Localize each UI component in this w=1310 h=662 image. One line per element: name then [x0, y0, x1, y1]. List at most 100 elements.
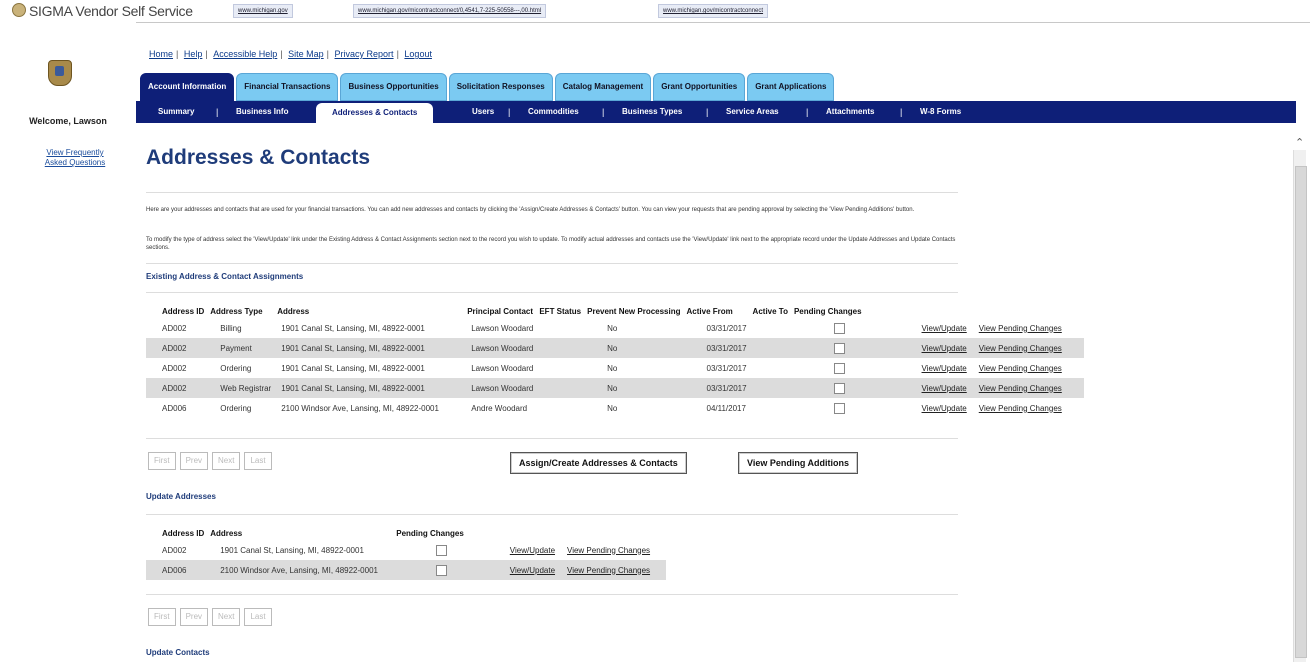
cell-address-type: Billing: [220, 323, 242, 333]
logout-link[interactable]: Logout: [404, 49, 432, 59]
tab-account-information[interactable]: Account Information: [140, 73, 235, 101]
view-pending-changes-link[interactable]: View Pending Changes: [979, 404, 1062, 413]
assignments-pager: First Prev Next Last: [148, 452, 272, 470]
accessible-help-link[interactable]: Accessible Help: [213, 49, 277, 59]
view-pending-changes-link[interactable]: View Pending Changes: [979, 364, 1062, 373]
sidebar: Welcome, Lawson View Frequently Asked Qu…: [0, 22, 136, 662]
view-pending-changes-link[interactable]: View Pending Changes: [567, 546, 650, 555]
cell-action: View Pending Changes: [972, 378, 1084, 398]
divider: [146, 438, 958, 439]
brand: SIGMA Vendor Self Service: [12, 3, 193, 19]
cell-address-id: AD006: [162, 403, 187, 413]
pending-changes-checkbox[interactable]: [436, 544, 448, 556]
tab-catalog-management[interactable]: Catalog Management: [554, 73, 652, 101]
faq-link[interactable]: View Frequently Asked Questions: [35, 148, 115, 168]
pager-last[interactable]: Last: [244, 608, 272, 626]
view-update-link[interactable]: View/Update: [922, 344, 967, 353]
site-map-link[interactable]: Site Map: [288, 49, 324, 59]
cell-eft-status: [539, 398, 587, 418]
cell-action: View Pending Changes: [561, 540, 666, 560]
subnav-business-types[interactable]: Business Types: [622, 101, 682, 123]
cell-pending-changes: [396, 560, 470, 580]
cell-address-id: AD002: [162, 545, 187, 555]
cell-prevent-new-processing: No: [607, 323, 618, 333]
divider: [146, 594, 958, 595]
divider: [146, 263, 958, 264]
subnav-attachments[interactable]: Attachments: [826, 101, 874, 123]
cell-principal-contact: Lawson Woodard: [467, 378, 540, 398]
pager-prev[interactable]: Prev: [179, 452, 209, 470]
tab-grant-applications[interactable]: Grant Applications: [747, 73, 835, 101]
pager-first[interactable]: First: [148, 452, 176, 470]
pending-changes-checkbox[interactable]: [833, 382, 845, 394]
cell-address: 1901 Canal St, Lansing, MI, 48922-0001: [281, 323, 425, 333]
url-link-contract-connect[interactable]: www.michigan.gov/micontractconnect: [658, 4, 769, 18]
cell-address: 2100 Windsor Ave, Lansing, MI, 48922-000…: [210, 560, 397, 580]
pending-changes-checkbox[interactable]: [833, 342, 845, 354]
cell-address: 1901 Canal St, Lansing, MI, 48922-0001: [220, 545, 364, 555]
view-pending-changes-link[interactable]: View Pending Changes: [979, 344, 1062, 353]
view-update-link[interactable]: View/Update: [922, 364, 967, 373]
table-header-row: Address ID Address Type Address Principa…: [146, 304, 1084, 318]
help-link[interactable]: Help: [184, 49, 203, 59]
cell-action: View/Update: [868, 318, 973, 338]
assignments-table: Address ID Address Type Address Principa…: [146, 304, 1084, 418]
subnav-separator: |: [216, 107, 219, 117]
pending-changes-checkbox[interactable]: [833, 362, 845, 374]
table-header-row: Address ID Address Pending Changes: [146, 526, 666, 540]
tab-business-opportunities[interactable]: Business Opportunities: [340, 73, 447, 101]
subnav-service-areas[interactable]: Service Areas: [726, 101, 779, 123]
table-row: AD002 Ordering 1901 Canal St, Lansing, MI,…: [146, 358, 1084, 378]
view-update-link[interactable]: View/Update: [510, 566, 555, 575]
subnav-business-info[interactable]: Business Info: [236, 101, 288, 123]
subnav-users[interactable]: Users: [472, 101, 494, 123]
url-link-contract-connect-page[interactable]: www.michigan.gov/micontractconnect/0,454…: [353, 4, 547, 18]
view-pending-changes-link[interactable]: View Pending Changes: [567, 566, 650, 575]
brand-title: SIGMA Vendor Self Service: [29, 3, 193, 19]
cell-action: View Pending Changes: [972, 338, 1084, 358]
pending-changes-checkbox[interactable]: [436, 564, 448, 576]
assign-create-button[interactable]: Assign/Create Addresses & Contacts: [510, 452, 687, 474]
table-row: AD006 2100 Windsor Ave, Lansing, MI, 4892…: [146, 560, 667, 580]
pager-first[interactable]: First: [148, 608, 176, 626]
pending-changes-checkbox[interactable]: [833, 402, 845, 414]
view-update-link[interactable]: View/Update: [922, 404, 967, 413]
pager-next[interactable]: Next: [212, 452, 241, 470]
subnav-commodities[interactable]: Commodities: [528, 101, 579, 123]
privacy-report-link[interactable]: Privacy Report: [335, 49, 394, 59]
cell-address: 1901 Canal St, Lansing, MI, 48922-0001: [281, 363, 425, 373]
scrollbar-thumb[interactable]: [1295, 166, 1307, 658]
subnav-w8-forms[interactable]: W-8 Forms: [920, 101, 961, 123]
view-pending-changes-link[interactable]: View Pending Changes: [979, 384, 1062, 393]
subnav-addresses-contacts[interactable]: Addresses & Contacts: [316, 103, 434, 123]
scroll-up-icon[interactable]: ⌃: [1295, 136, 1304, 149]
cell-active-to: [753, 358, 794, 378]
view-pending-additions-button[interactable]: View Pending Additions: [738, 452, 859, 474]
view-update-link[interactable]: View/Update: [922, 384, 967, 393]
tab-grant-opportunities[interactable]: Grant Opportunities: [653, 73, 746, 101]
vertical-scrollbar[interactable]: ⌃: [1293, 137, 1307, 662]
col-address: Address: [210, 528, 243, 538]
cell-address-id: AD002: [162, 363, 187, 373]
view-pending-changes-link[interactable]: View Pending Changes: [979, 324, 1062, 333]
subnav-summary[interactable]: Summary: [158, 101, 194, 123]
table-row: AD002 1901 Canal St, Lansing, MI, 48922-0…: [146, 540, 666, 560]
col-address: Address: [277, 306, 310, 316]
pager-prev[interactable]: Prev: [179, 608, 209, 626]
pager-next[interactable]: Next: [212, 608, 241, 626]
col-actions: [868, 304, 973, 318]
url-link-michigan[interactable]: www.michigan.gov: [233, 4, 293, 18]
pending-changes-checkbox[interactable]: [833, 322, 845, 334]
home-link[interactable]: Home: [149, 49, 173, 59]
subnav-separator: |: [508, 107, 511, 117]
tab-financial-transactions[interactable]: Financial Transactions: [236, 73, 339, 101]
cell-prevent-new-processing: No: [607, 403, 618, 413]
cell-action: View/Update: [868, 358, 973, 378]
view-update-link[interactable]: View/Update: [510, 546, 555, 555]
cell-active-from: 04/11/2017: [706, 403, 746, 413]
subnav-separator: |: [602, 107, 605, 117]
pager-last[interactable]: Last: [244, 452, 272, 470]
view-update-link[interactable]: View/Update: [922, 324, 967, 333]
tab-solicitation-responses[interactable]: Solicitation Responses: [448, 73, 553, 101]
divider: [146, 292, 958, 293]
